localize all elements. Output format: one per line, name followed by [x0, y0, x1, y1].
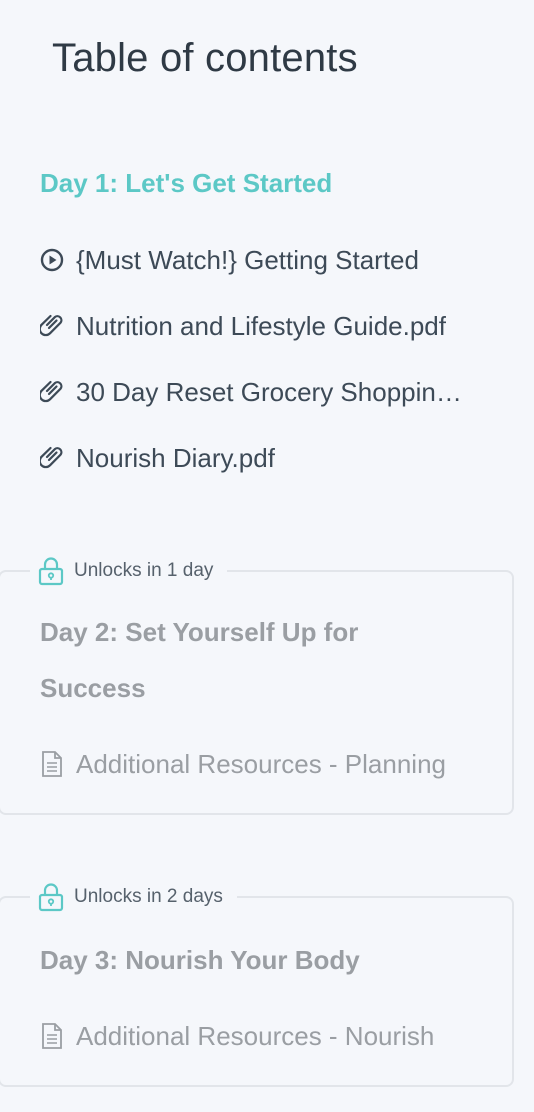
section-title-line: Day 2: Set Yourself Up for: [40, 617, 359, 647]
paperclip-icon: [38, 378, 66, 406]
section-title-line: Success: [40, 673, 146, 703]
lesson-label: Nutrition and Lifestyle Guide.pdf: [76, 310, 446, 341]
unlock-text: Unlocks in 1 day: [74, 560, 214, 581]
table-of-contents-panel: Table of contents Day 1: Let's Get Start…: [0, 0, 534, 1112]
lesson-label: Nourish Diary.pdf: [76, 442, 275, 473]
lesson-item: Additional Resources - Nourish: [38, 1016, 478, 1056]
section-title-day-1[interactable]: Day 1: Let's Get Started: [40, 168, 332, 199]
lesson-label: {Must Watch!} Getting Started: [76, 244, 419, 275]
document-icon: [38, 1022, 66, 1050]
lock-icon: [38, 556, 64, 586]
paperclip-icon: [38, 312, 66, 340]
unlock-text: Unlocks in 2 days: [74, 886, 223, 907]
section-title-day-2: Day 2: Set Yourself Up for Success: [40, 604, 358, 716]
lesson-item: Additional Resources - Planning: [38, 744, 478, 784]
unlock-badge: Unlocks in 1 day: [30, 552, 228, 590]
lesson-item[interactable]: {Must Watch!} Getting Started: [38, 240, 478, 280]
play-circle-icon: [38, 246, 66, 274]
lesson-item[interactable]: Nutrition and Lifestyle Guide.pdf: [38, 306, 478, 346]
lesson-item[interactable]: Nourish Diary.pdf: [38, 438, 478, 478]
lesson-label: Additional Resources - Nourish: [76, 1020, 435, 1051]
lesson-label: Additional Resources - Planning: [76, 748, 446, 779]
section-title-day-3: Day 3: Nourish Your Body: [40, 945, 360, 975]
page-title: Table of contents: [52, 36, 358, 80]
document-icon: [38, 750, 66, 778]
lock-icon: [38, 882, 64, 912]
lesson-label: 30 Day Reset Grocery Shopping List.pdf: [76, 376, 476, 407]
lesson-item[interactable]: 30 Day Reset Grocery Shopping List.pdf: [38, 372, 478, 412]
unlock-badge: Unlocks in 2 days: [30, 878, 237, 916]
locked-section-day-3: [0, 896, 514, 1087]
paperclip-icon: [38, 444, 66, 472]
